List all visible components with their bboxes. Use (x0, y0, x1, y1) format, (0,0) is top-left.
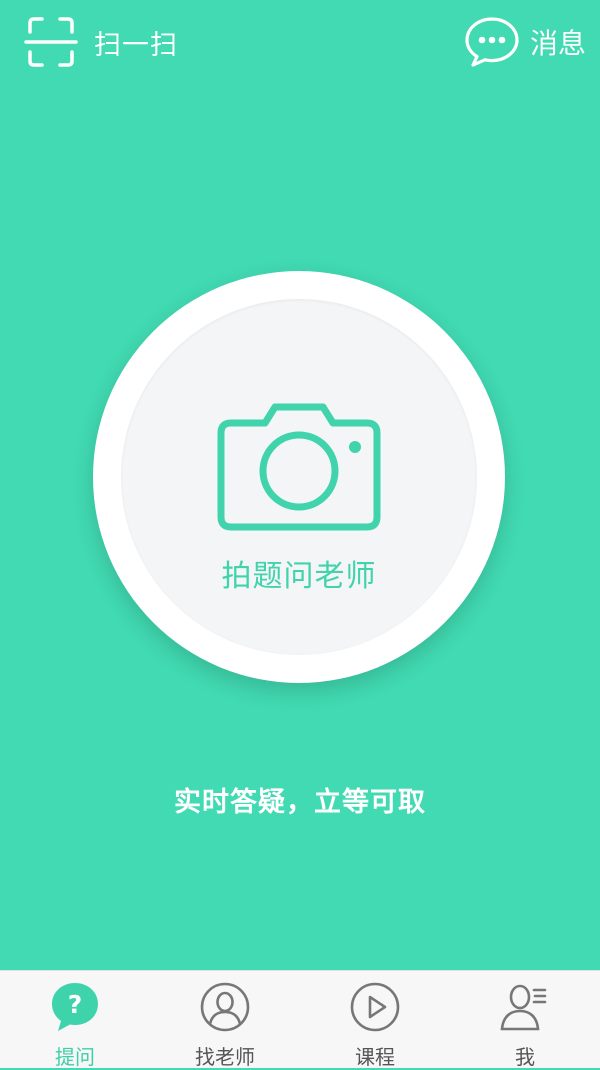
scan-button[interactable]: 扫一扫 (24, 14, 178, 70)
top-bar: 扫一扫 消息 (0, 0, 600, 90)
question-bubble-icon: ? (52, 983, 98, 1031)
camera-label: 拍题问老师 (221, 559, 377, 594)
tab-ask[interactable]: ? 提问 (0, 971, 150, 1069)
chat-bubble-icon (465, 17, 519, 67)
messages-label: 消息 (529, 27, 586, 60)
tab-me[interactable]: 我 (450, 971, 600, 1069)
user-circle-icon (200, 982, 250, 1032)
scan-icon (24, 17, 78, 67)
tab-find-teacher-label: 找老师 (195, 1045, 255, 1069)
play-circle-icon (350, 982, 400, 1032)
camera-button[interactable]: 拍题问老师 (121, 299, 477, 655)
tab-ask-label: 提问 (55, 1045, 95, 1069)
camera-icon (217, 403, 381, 531)
messages-button[interactable]: 消息 (464, 14, 586, 70)
camera-ring: 拍题问老师 (93, 271, 505, 683)
tab-courses-label: 课程 (355, 1045, 395, 1069)
profile-icon (500, 984, 547, 1031)
svg-text:?: ? (68, 990, 83, 1019)
tab-me-label: 我 (515, 1045, 535, 1069)
main-area: 扫一扫 消息 拍题问老师 实时答疑，立等可取 (0, 0, 600, 970)
scan-label: 扫一扫 (94, 29, 178, 61)
tab-courses[interactable]: 课程 (300, 971, 450, 1069)
tagline: 实时答疑，立等可取 (174, 787, 426, 818)
tab-find-teacher[interactable]: 找老师 (150, 971, 300, 1069)
tab-bar: ? 提问 找老师 课程 我 (0, 970, 600, 1069)
